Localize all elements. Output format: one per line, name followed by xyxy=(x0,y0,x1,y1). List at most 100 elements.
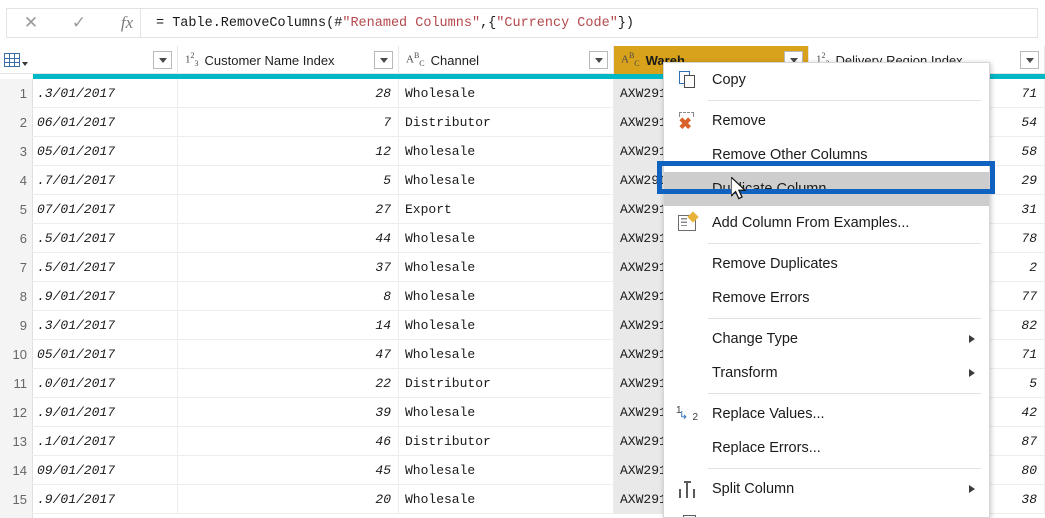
cell-date[interactable]: .3/01/2017 xyxy=(33,79,178,108)
cell-channel[interactable]: Wholesale xyxy=(399,166,614,195)
replace-values-icon: 1 ↳ 2 xyxy=(674,403,700,425)
column-header-customer-name-index[interactable]: 123 Customer Name Index xyxy=(178,46,399,74)
table-grid-icon xyxy=(4,53,20,67)
chevron-down-icon xyxy=(22,61,28,66)
menu-item-add-column-from-examples[interactable]: Add Column From Examples... xyxy=(664,206,989,240)
cell-date[interactable]: 05/01/2017 xyxy=(33,340,178,369)
row-number: 3 xyxy=(0,137,32,166)
select-all-columns-button[interactable] xyxy=(4,49,32,71)
mouse-cursor-icon xyxy=(731,177,747,200)
add-column-from-examples-icon xyxy=(674,211,700,234)
cell-date[interactable]: .1/01/2017 xyxy=(33,427,178,456)
menu-item-remove-errors[interactable]: Remove Errors xyxy=(664,281,989,315)
formula-bar: ✕ ✓ fx = Table.RemoveColumns(# "Renamed C… xyxy=(0,0,1045,46)
row-number: 4 xyxy=(0,166,32,195)
chevron-down-icon xyxy=(1025,57,1034,63)
cell-channel[interactable]: Wholesale xyxy=(399,340,614,369)
chevron-down-icon xyxy=(158,57,167,63)
cell-channel[interactable]: Distributor xyxy=(399,427,614,456)
cell-channel[interactable]: Export xyxy=(399,195,614,224)
add-column-from-examples-icon xyxy=(678,211,699,231)
cell-customer-index[interactable]: 28 xyxy=(178,79,399,108)
cell-date[interactable]: .9/01/2017 xyxy=(33,282,178,311)
row-number: 9 xyxy=(0,311,32,340)
column-header-label: Channel xyxy=(430,52,480,68)
menu-item-remove-other-columns[interactable]: Remove Other Columns xyxy=(664,138,989,172)
cell-customer-index[interactable]: 8 xyxy=(178,282,399,311)
formula-input[interactable]: = Table.RemoveColumns(# "Renamed Columns"… xyxy=(140,8,1038,38)
whole-number-type-icon: 123 xyxy=(185,51,199,68)
cell-customer-index[interactable]: 47 xyxy=(178,340,399,369)
cell-customer-index[interactable]: 44 xyxy=(178,224,399,253)
cell-customer-index[interactable]: 14 xyxy=(178,311,399,340)
filter-dropdown-customer-name-index[interactable] xyxy=(374,51,393,69)
cell-date[interactable]: .9/01/2017 xyxy=(33,485,178,514)
row-number: 5 xyxy=(0,195,32,224)
cell-channel[interactable]: Distributor xyxy=(399,108,614,137)
cell-customer-index[interactable]: 7 xyxy=(178,108,399,137)
cell-date[interactable]: .5/01/2017 xyxy=(33,253,178,282)
cell-date[interactable]: 07/01/2017 xyxy=(33,195,178,224)
formula-text-prefix: = Table.RemoveColumns(# xyxy=(156,15,343,31)
menu-item-label: Add Column From Examples... xyxy=(712,215,910,231)
filter-dropdown-date[interactable] xyxy=(153,51,172,69)
copy-icon xyxy=(678,71,696,89)
menu-item-label: Remove Duplicates xyxy=(712,256,838,272)
cell-date[interactable]: 06/01/2017 xyxy=(33,108,178,137)
cell-channel[interactable]: Wholesale xyxy=(399,282,614,311)
cell-customer-index[interactable]: 5 xyxy=(178,166,399,195)
cell-channel[interactable]: Wholesale xyxy=(399,485,614,514)
menu-item-group-by[interactable]: Group By... xyxy=(664,506,989,517)
cell-channel[interactable]: Wholesale xyxy=(399,224,614,253)
cell-customer-index[interactable]: 45 xyxy=(178,456,399,485)
column-header-channel[interactable]: ABC Channel xyxy=(399,46,614,74)
menu-item-change-type[interactable]: Change Type xyxy=(664,322,989,356)
cell-channel[interactable]: Wholesale xyxy=(399,398,614,427)
column-header-label: Customer Name Index xyxy=(204,52,335,68)
formula-bar-buttons: ✕ ✓ fx xyxy=(6,8,152,38)
cell-date[interactable]: 09/01/2017 xyxy=(33,456,178,485)
menu-item-replace-errors[interactable]: Replace Errors... xyxy=(664,431,989,465)
text-type-icon: ABC xyxy=(621,51,640,68)
cell-channel[interactable]: Distributor xyxy=(399,369,614,398)
replace-values-icon: 1 ↳ 2 xyxy=(676,405,698,423)
cell-channel[interactable]: Wholesale xyxy=(399,137,614,166)
menu-item-label: Split Column xyxy=(712,481,795,497)
cell-date[interactable]: .3/01/2017 xyxy=(33,311,178,340)
menu-item-label: Change Type xyxy=(712,331,798,347)
cell-customer-index[interactable]: 27 xyxy=(178,195,399,224)
cell-customer-index[interactable]: 46 xyxy=(178,427,399,456)
menu-item-split-column[interactable]: Split Column xyxy=(664,472,989,506)
checkmark-icon[interactable]: ✓ xyxy=(55,9,103,37)
cell-date[interactable]: 05/01/2017 xyxy=(33,137,178,166)
column-context-menu[interactable]: Copy ✖ Remove Remove Other Columns Duplicate… xyxy=(663,62,990,518)
cell-date[interactable]: .5/01/2017 xyxy=(33,224,178,253)
menu-item-transform[interactable]: Transform xyxy=(664,356,989,390)
filter-dropdown-delivery-region-index[interactable] xyxy=(1020,51,1039,69)
cell-customer-index[interactable]: 37 xyxy=(178,253,399,282)
cell-customer-index[interactable]: 12 xyxy=(178,137,399,166)
text-type-icon: ABC xyxy=(406,51,425,68)
menu-separator xyxy=(708,100,981,101)
cell-customer-index[interactable]: 22 xyxy=(178,369,399,398)
group-by-icon xyxy=(678,514,697,517)
cell-channel[interactable]: Wholesale xyxy=(399,253,614,282)
menu-item-remove[interactable]: ✖ Remove xyxy=(664,104,989,138)
cell-customer-index[interactable]: 39 xyxy=(178,398,399,427)
formula-text-mid: ,{ xyxy=(480,15,497,31)
row-number: 8 xyxy=(0,282,32,311)
cell-channel[interactable]: Wholesale xyxy=(399,311,614,340)
cell-channel[interactable]: Wholesale xyxy=(399,456,614,485)
close-icon[interactable]: ✕ xyxy=(7,9,55,37)
menu-item-remove-duplicates[interactable]: Remove Duplicates xyxy=(664,247,989,281)
filter-dropdown-channel[interactable] xyxy=(589,51,608,69)
cell-channel[interactable]: Wholesale xyxy=(399,79,614,108)
menu-item-replace-values[interactable]: 1 ↳ 2 Replace Values... xyxy=(664,397,989,431)
cell-customer-index[interactable]: 20 xyxy=(178,485,399,514)
menu-item-copy[interactable]: Copy xyxy=(664,63,989,97)
formula-text-arg1: "Renamed Columns" xyxy=(342,15,481,31)
cell-date[interactable]: .0/01/2017 xyxy=(33,369,178,398)
menu-item-duplicate-column[interactable]: Duplicate Column xyxy=(664,172,989,206)
cell-date[interactable]: .9/01/2017 xyxy=(33,398,178,427)
cell-date[interactable]: .7/01/2017 xyxy=(33,166,178,195)
